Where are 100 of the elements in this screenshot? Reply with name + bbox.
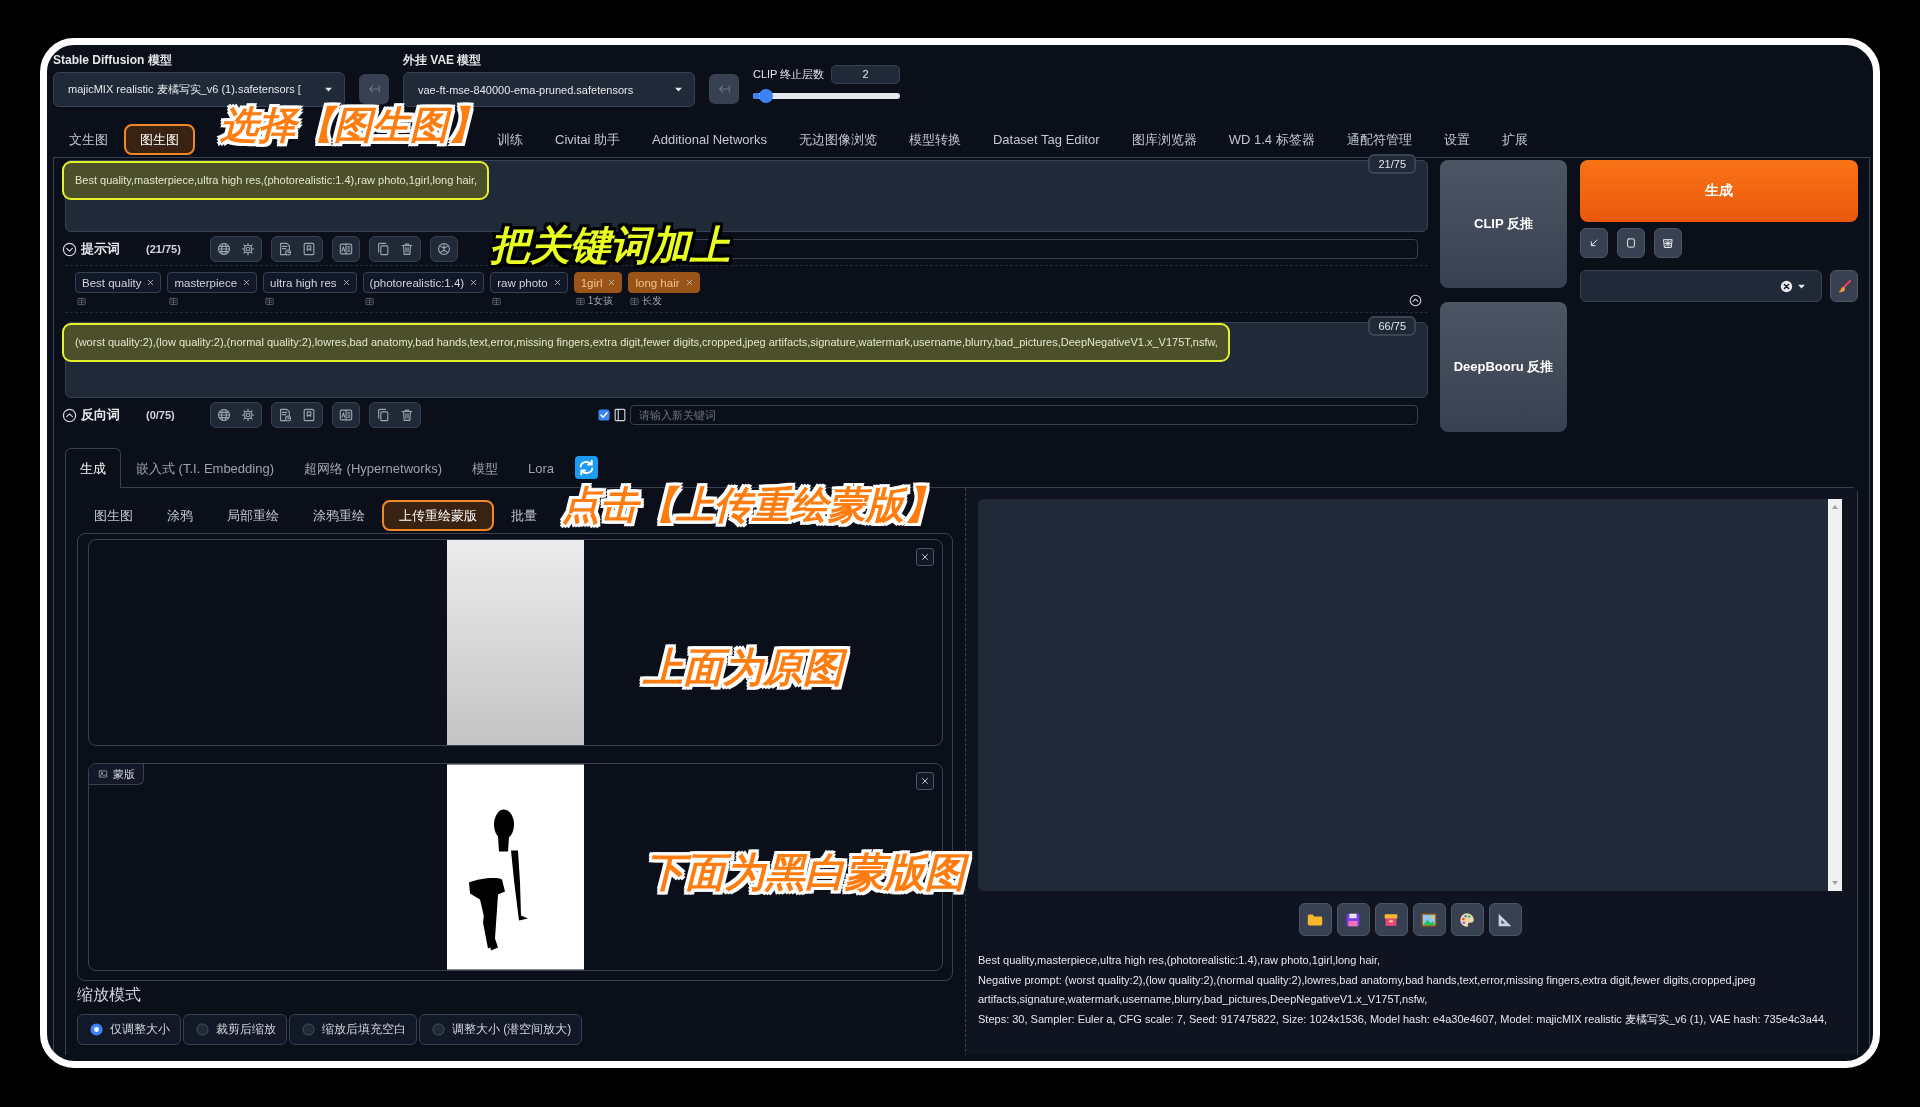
section-toggle[interactable]: 提示词	[62, 240, 120, 258]
tab[interactable]: 局部重绘	[210, 500, 296, 531]
delete-icon[interactable]	[400, 242, 414, 256]
grid-icon[interactable]	[77, 296, 86, 306]
document-icon[interactable]	[278, 242, 292, 256]
checkbox[interactable]	[598, 409, 610, 421]
refresh-icon[interactable]	[575, 456, 598, 479]
remove-icon[interactable]	[146, 278, 156, 287]
remove-icon[interactable]	[552, 278, 562, 287]
remove-icon[interactable]	[242, 278, 252, 287]
interrogate-button[interactable]: CLIP 反推	[1440, 160, 1567, 288]
tab[interactable]: 模型	[456, 448, 513, 488]
grid-icon[interactable]	[265, 296, 275, 306]
arrow-button[interactable]	[709, 74, 739, 104]
trash-icon	[1662, 237, 1674, 249]
tag-chip[interactable]: ultra high res	[263, 272, 357, 293]
tab[interactable]: 通配符管理	[1330, 124, 1428, 155]
generation-info: Best quality,masterpiece,ultra high res,(photorealistic:1.4),raw photo,1girl,long hair,	[978, 953, 1382, 968]
bookmark-icon[interactable]	[302, 242, 316, 256]
tab[interactable]: 涂鸦	[150, 500, 210, 531]
tag-translation: 1女孩	[587, 295, 614, 307]
radio-icon[interactable]	[90, 1023, 103, 1036]
emblem-icon[interactable]	[437, 242, 451, 256]
globe-icon[interactable]	[217, 408, 231, 422]
tab[interactable]: 超网络 (Hypernetworks)	[289, 448, 457, 488]
radio-option[interactable]: 调整大小 (潜空间放大)	[419, 1014, 583, 1045]
tab[interactable]: WD 1.4 标签器	[1212, 124, 1331, 155]
tab[interactable]: 扩展	[1485, 124, 1544, 155]
floppy-disk-button[interactable]	[1336, 903, 1370, 936]
keyword-input[interactable]: 请输入新关键词	[630, 405, 1418, 425]
scrollbar[interactable]	[1828, 499, 1842, 891]
translate-icon[interactable]	[339, 408, 353, 422]
tab[interactable]: 批量	[494, 500, 554, 531]
tab[interactable]: 生成	[65, 448, 121, 488]
tab[interactable]: 无边图像浏览	[782, 124, 893, 155]
arrow-button[interactable]	[1580, 228, 1608, 258]
square-button[interactable]	[1617, 228, 1645, 258]
triangle-ruler-button[interactable]	[1488, 903, 1522, 936]
tab[interactable]: 模型转换	[892, 124, 977, 155]
grid-icon[interactable]	[169, 296, 179, 306]
grid-icon[interactable]	[630, 296, 640, 306]
field-label: 外挂 VAE 模型	[403, 53, 483, 68]
settings-icon[interactable]	[241, 242, 255, 256]
tag-chip[interactable]: Best quality	[75, 272, 162, 293]
tab[interactable]: 图生图	[124, 124, 195, 155]
grid-icon[interactable]	[575, 296, 585, 306]
tab[interactable]: 图生图	[77, 500, 150, 531]
radio-option[interactable]: 缩放后填充空白	[289, 1014, 417, 1045]
radio-icon[interactable]	[302, 1023, 315, 1036]
tag-translation: 长发	[642, 295, 663, 307]
tab[interactable]: 文生图	[53, 124, 124, 155]
number-field[interactable]: 2	[831, 65, 900, 84]
archive-button[interactable]	[1374, 903, 1408, 936]
clear-icon[interactable]	[1780, 279, 1793, 293]
tag-chip[interactable]: long hair	[628, 272, 700, 293]
tag-chip[interactable]: (photorealistic:1.4)	[362, 272, 485, 293]
remove-icon[interactable]	[469, 278, 479, 287]
close-button[interactable]	[916, 548, 934, 566]
grid-icon[interactable]	[492, 296, 502, 306]
settings-icon[interactable]	[241, 408, 255, 422]
copy-icon[interactable]	[376, 242, 390, 256]
radio-icon[interactable]	[432, 1023, 445, 1036]
copy-icon[interactable]	[376, 408, 390, 422]
brush-button[interactable]	[1830, 270, 1858, 302]
interrogate-button[interactable]: DeepBooru 反推	[1440, 302, 1567, 432]
tab[interactable]: 涂鸦重绘	[296, 500, 382, 531]
arrow-icon	[717, 82, 731, 96]
palette-button[interactable]	[1450, 903, 1484, 936]
trash-button[interactable]	[1654, 228, 1682, 258]
translate-icon[interactable]	[339, 242, 353, 256]
square-icon	[1625, 237, 1637, 249]
picture-button[interactable]	[1412, 903, 1446, 936]
tab[interactable]: Dataset Tag Editor	[976, 124, 1116, 155]
delete-icon[interactable]	[400, 408, 414, 422]
radio-option[interactable]: 仅调整大小	[77, 1014, 181, 1045]
tag-chip[interactable]: raw photo	[490, 272, 568, 293]
slider-thumb[interactable]	[759, 89, 774, 103]
arrow-button[interactable]	[359, 74, 389, 104]
bookmark-icon[interactable]	[302, 408, 316, 422]
collapse-icon[interactable]	[1409, 294, 1422, 307]
tab[interactable]: 设置	[1427, 124, 1486, 155]
close-button[interactable]	[916, 772, 934, 790]
tab[interactable]: Additional Networks	[636, 124, 783, 155]
document-icon[interactable]	[278, 408, 292, 422]
globe-icon[interactable]	[217, 242, 231, 256]
callout-text: 下面为黑白蒙版图	[641, 848, 969, 896]
prompt-field[interactable]	[65, 322, 1428, 398]
tab[interactable]: 嵌入式 (T.I. Embedding)	[121, 448, 289, 488]
radio-option[interactable]: 裁剪后缩放	[183, 1014, 287, 1045]
remove-icon[interactable]	[341, 278, 351, 287]
folder-button[interactable]	[1298, 903, 1332, 936]
grid-icon[interactable]	[364, 296, 374, 306]
tab[interactable]: 上传重绘蒙版	[382, 500, 494, 531]
tab[interactable]: 图库浏览器	[1115, 124, 1213, 155]
section-toggle[interactable]: 反向词	[62, 406, 120, 424]
tab[interactable]: Civitai 助手	[539, 124, 636, 155]
tag-chip[interactable]: masterpiece	[167, 272, 258, 293]
radio-icon[interactable]	[196, 1023, 209, 1036]
tag-chip[interactable]: 1girl	[573, 272, 623, 293]
column-icon[interactable]	[613, 407, 627, 423]
